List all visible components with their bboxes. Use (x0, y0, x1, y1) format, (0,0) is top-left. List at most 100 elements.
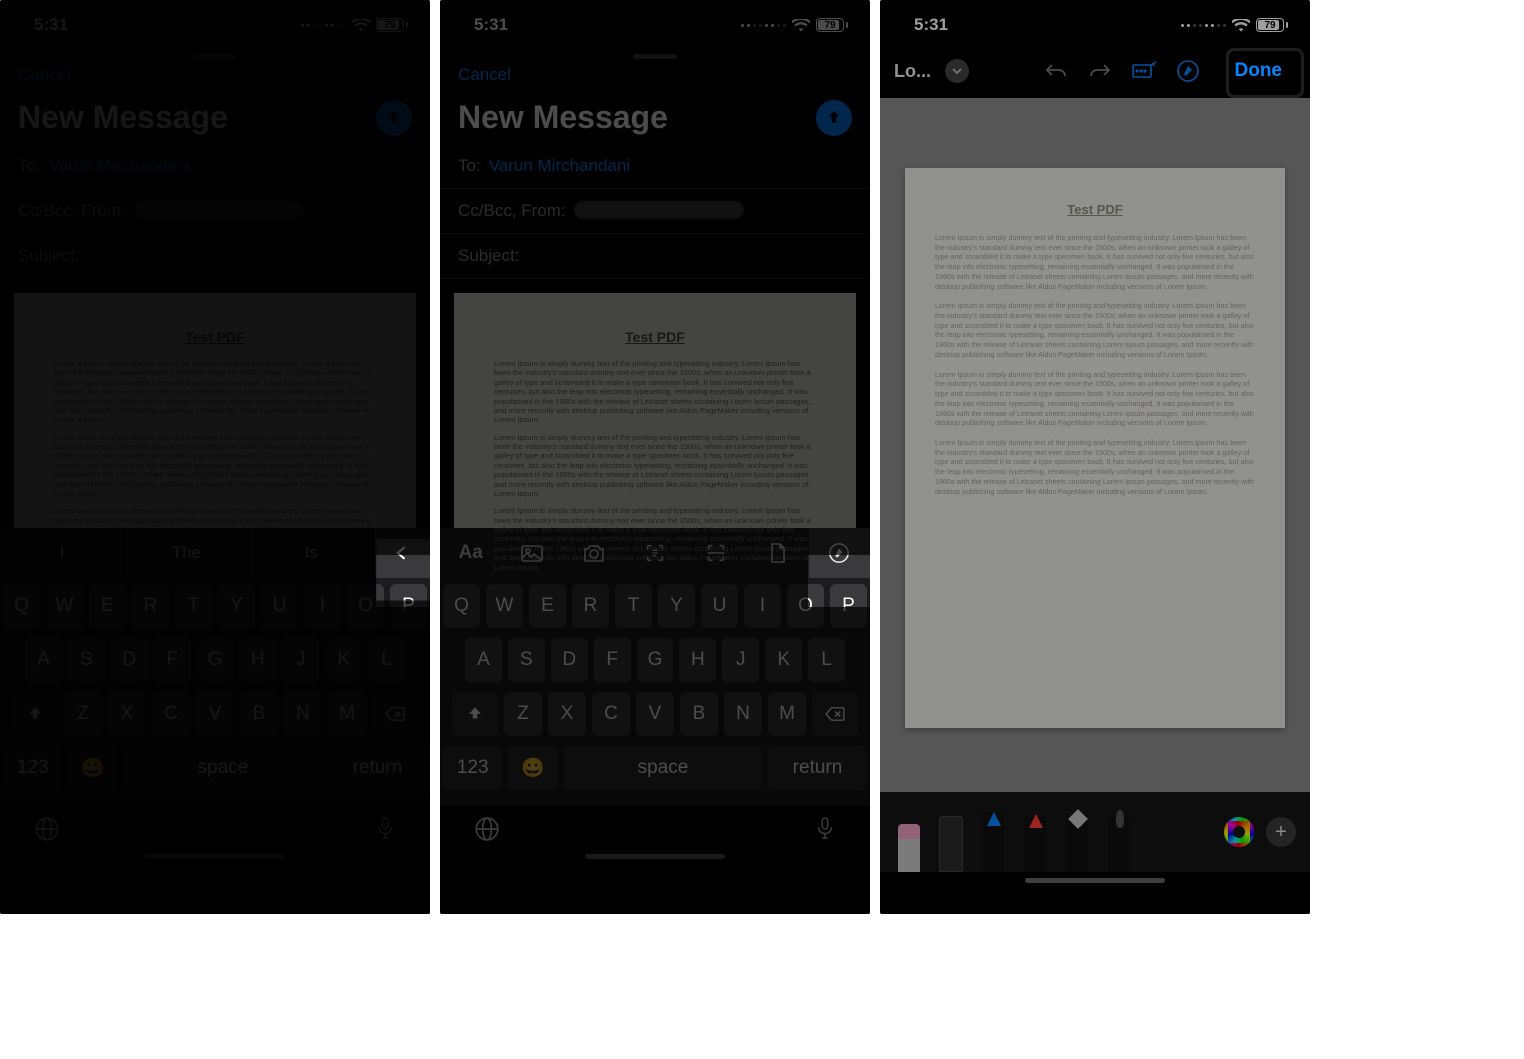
key-y[interactable]: Y (658, 584, 695, 628)
marker-tool-red[interactable] (1020, 808, 1050, 872)
key-q[interactable]: Q (443, 584, 480, 628)
globe-icon[interactable] (474, 816, 500, 842)
key-e[interactable]: E (529, 584, 566, 628)
markup-canvas[interactable]: Test PDF Lorem Ipsum is simply dummy tex… (880, 98, 1310, 792)
keyboard[interactable]: QWERTYUIOP ASDFGHJKL ZXCVBNM 123 😀 space… (440, 578, 870, 806)
space-key[interactable]: space (564, 746, 762, 790)
autofill-button[interactable] (1129, 61, 1159, 81)
key-r[interactable]: R (132, 584, 169, 628)
key-y[interactable]: Y (218, 584, 255, 628)
key-x[interactable]: X (548, 692, 586, 736)
to-field[interactable]: To:Varun Mirchandani (0, 144, 430, 189)
suggestion-1[interactable]: I (0, 528, 125, 578)
fountain-pen-tool[interactable] (1062, 808, 1092, 872)
key-r[interactable]: R (572, 584, 609, 628)
return-key[interactable]: return (328, 746, 427, 790)
key-v[interactable]: V (196, 692, 234, 736)
key-u[interactable]: U (261, 584, 298, 628)
cancel-button[interactable]: Cancel (0, 59, 430, 99)
key-j[interactable]: J (722, 638, 759, 682)
pdf-attachment-preview[interactable]: Test PDF Lorem Ipsum is simply dummy tex… (14, 293, 416, 528)
backspace-key[interactable] (812, 692, 858, 736)
subject-field[interactable]: Subject: (0, 234, 430, 279)
suggestion-2[interactable]: The (125, 528, 250, 578)
key-e[interactable]: E (89, 584, 126, 628)
key-v[interactable]: V (636, 692, 674, 736)
key-j[interactable]: J (282, 638, 319, 682)
title-dropdown[interactable] (945, 59, 969, 83)
key-b[interactable]: B (680, 692, 718, 736)
space-key[interactable]: space (124, 746, 322, 790)
key-d[interactable]: D (551, 638, 588, 682)
key-m[interactable]: M (328, 692, 366, 736)
mic-icon[interactable] (814, 816, 836, 842)
key-l[interactable]: L (368, 638, 405, 682)
key-q[interactable]: Q (3, 584, 40, 628)
home-indicator[interactable] (145, 854, 285, 859)
ccbcc-field[interactable]: Cc/Bcc, From: (440, 189, 870, 234)
backspace-key[interactable] (372, 692, 418, 736)
key-k[interactable]: K (765, 638, 802, 682)
key-k[interactable]: K (325, 638, 362, 682)
key-w[interactable]: W (46, 584, 83, 628)
send-button[interactable] (376, 100, 412, 136)
key-l[interactable]: L (808, 638, 845, 682)
shift-key[interactable] (12, 692, 58, 736)
key-a[interactable]: A (465, 638, 502, 682)
key-i[interactable]: I (744, 584, 781, 628)
subject-field[interactable]: Subject: (440, 234, 870, 279)
key-d[interactable]: D (111, 638, 148, 682)
pencil-tool[interactable] (1104, 808, 1134, 872)
markup-toggle[interactable] (1173, 59, 1203, 83)
ruler-tool[interactable] (936, 808, 966, 872)
keyboard[interactable]: QWERTYUIOP ASDFGHJKL ZXCVBNM 123 😀 space… (0, 578, 430, 806)
pdf-attachment-preview[interactable]: Test PDF Lorem Ipsum is simply dummy tex… (454, 293, 856, 528)
file-title[interactable]: Lo... (894, 61, 931, 82)
send-button[interactable] (816, 100, 852, 136)
undo-button[interactable] (1041, 61, 1071, 81)
key-n[interactable]: N (284, 692, 322, 736)
cancel-button[interactable]: Cancel (440, 59, 870, 99)
key-c[interactable]: C (152, 692, 190, 736)
key-z[interactable]: Z (64, 692, 102, 736)
key-s[interactable]: S (508, 638, 545, 682)
key-a[interactable]: A (25, 638, 62, 682)
key-f[interactable]: F (154, 638, 191, 682)
redo-button[interactable] (1085, 61, 1115, 81)
key-w[interactable]: W (486, 584, 523, 628)
key-u[interactable]: U (701, 584, 738, 628)
scan-text-button[interactable] (624, 528, 685, 578)
scan-document-button[interactable] (686, 528, 747, 578)
key-h[interactable]: H (239, 638, 276, 682)
pen-tool-blue[interactable] (978, 808, 1008, 872)
key-g[interactable]: G (637, 638, 674, 682)
ccbcc-field[interactable]: Cc/Bcc, From: (0, 189, 430, 234)
key-m[interactable]: M (768, 692, 806, 736)
mic-icon[interactable] (374, 816, 396, 842)
photo-library-button[interactable] (501, 528, 562, 578)
emoji-key[interactable]: 😀 (508, 746, 558, 790)
add-shape-button[interactable]: + (1266, 817, 1296, 847)
home-indicator[interactable] (585, 854, 725, 859)
emoji-key[interactable]: 😀 (68, 746, 118, 790)
key-n[interactable]: N (724, 692, 762, 736)
return-key[interactable]: return (768, 746, 867, 790)
text-format-button[interactable]: Aa (440, 528, 501, 578)
pdf-page[interactable]: Test PDF Lorem Ipsum is simply dummy tex… (905, 168, 1285, 728)
numbers-key[interactable]: 123 (443, 746, 502, 790)
key-b[interactable]: B (240, 692, 278, 736)
to-field[interactable]: To:Varun Mirchandani (440, 144, 870, 189)
attach-file-button[interactable] (747, 528, 808, 578)
suggestion-3[interactable]: Is (249, 528, 374, 578)
color-picker[interactable] (1224, 817, 1254, 847)
key-i[interactable]: I (304, 584, 341, 628)
key-h[interactable]: H (679, 638, 716, 682)
key-t[interactable]: T (615, 584, 652, 628)
numbers-key[interactable]: 123 (3, 746, 62, 790)
key-g[interactable]: G (197, 638, 234, 682)
home-indicator[interactable] (1025, 878, 1165, 883)
key-s[interactable]: S (68, 638, 105, 682)
camera-button[interactable] (563, 528, 624, 578)
globe-icon[interactable] (34, 816, 60, 842)
key-f[interactable]: F (594, 638, 631, 682)
